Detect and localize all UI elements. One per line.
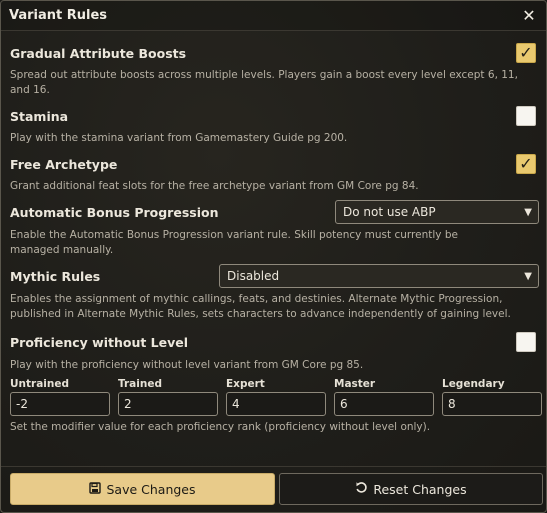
rank-untrained: Untrained -2 bbox=[10, 378, 110, 416]
setting-mythic-rules: Mythic Rules Disabled ▼ Enables the assi… bbox=[10, 264, 540, 322]
reset-changes-button[interactable]: Reset Changes bbox=[279, 473, 543, 505]
setting-automatic-bonus-progression: Automatic Bonus Progression Do not use A… bbox=[10, 200, 540, 258]
untrained-input[interactable]: -2 bbox=[10, 392, 110, 416]
checkmark-icon: ✓ bbox=[519, 43, 533, 62]
mythic-rules-select-value: Disabled bbox=[227, 269, 280, 283]
legendary-input[interactable]: 8 bbox=[442, 392, 542, 416]
setting-label: Proficiency without Level bbox=[10, 334, 189, 350]
rank-label: Legendary bbox=[442, 378, 505, 390]
master-input[interactable]: 6 bbox=[334, 392, 434, 416]
free-archetype-checkbox[interactable]: ✓ bbox=[516, 154, 536, 174]
dialog-buttons: Save Changes Reset Changes bbox=[10, 473, 543, 505]
rank-legendary: Legendary 8 bbox=[442, 378, 542, 416]
footer-divider bbox=[1, 466, 546, 467]
gradual-attribute-boosts-checkbox[interactable]: ✓ bbox=[516, 43, 536, 63]
titlebar: Variant Rules ✕ bbox=[1, 1, 546, 31]
rank-trained: Trained 2 bbox=[118, 378, 218, 416]
rank-expert: Expert 4 bbox=[226, 378, 326, 416]
setting-label: Stamina bbox=[10, 108, 69, 124]
abp-select-value: Do not use ABP bbox=[343, 205, 436, 219]
setting-free-archetype: Free Archetype ✓ Grant additional feat s… bbox=[10, 154, 540, 194]
setting-stamina: Stamina Play with the stamina variant fr… bbox=[10, 106, 540, 146]
rank-label: Expert bbox=[226, 378, 265, 390]
setting-hint: Spread out attribute boosts across multi… bbox=[10, 69, 518, 96]
setting-hint: Enables the assignment of mythic calling… bbox=[10, 293, 511, 320]
setting-hint: Play with the stamina variant from Gamem… bbox=[10, 132, 348, 144]
settings-list: Gradual Attribute Boosts ✓ Spread out at… bbox=[1, 43, 546, 435]
setting-hint: Enable the Automatic Bonus Progression v… bbox=[10, 229, 458, 256]
close-icon[interactable]: ✕ bbox=[520, 6, 538, 25]
chevron-down-icon: ▼ bbox=[524, 270, 532, 282]
dialog-title: Variant Rules bbox=[9, 8, 108, 23]
save-changes-button[interactable]: Save Changes bbox=[10, 473, 275, 505]
rank-label: Master bbox=[334, 378, 376, 390]
rank-label: Untrained bbox=[10, 378, 69, 390]
setting-gradual-attribute-boosts: Gradual Attribute Boosts ✓ Spread out at… bbox=[10, 43, 540, 98]
rank-label: Trained bbox=[118, 378, 162, 390]
proficiency-rank-fields: Untrained -2 Trained 2 Expert 4 Master 6… bbox=[10, 378, 542, 416]
setting-hint: Grant additional feat slots for the free… bbox=[10, 180, 419, 192]
save-icon bbox=[89, 481, 102, 497]
setting-label: Automatic Bonus Progression bbox=[10, 204, 219, 220]
stamina-checkbox[interactable] bbox=[516, 106, 536, 126]
checkmark-icon: ✓ bbox=[519, 154, 533, 173]
setting-proficiency-without-level: Proficiency without Level Play with the … bbox=[10, 332, 540, 373]
undo-icon bbox=[355, 481, 368, 497]
abp-select[interactable]: Do not use ABP ▼ bbox=[335, 200, 539, 224]
variant-rules-dialog: Variant Rules ✕ Gradual Attribute Boosts… bbox=[0, 0, 547, 513]
setting-label: Mythic Rules bbox=[10, 268, 101, 284]
reset-button-label: Reset Changes bbox=[373, 481, 467, 497]
mythic-rules-select[interactable]: Disabled ▼ bbox=[219, 264, 539, 288]
proficiency-without-level-checkbox[interactable] bbox=[516, 332, 536, 352]
setting-hint: Play with the proficiency without level … bbox=[10, 359, 364, 371]
setting-label: Free Archetype bbox=[10, 156, 118, 172]
ranks-hint: Set the modifier value for each proficie… bbox=[10, 421, 431, 433]
trained-input[interactable]: 2 bbox=[118, 392, 218, 416]
rank-master: Master 6 bbox=[334, 378, 434, 416]
chevron-down-icon: ▼ bbox=[524, 206, 532, 218]
save-button-label: Save Changes bbox=[106, 481, 196, 497]
expert-input[interactable]: 4 bbox=[226, 392, 326, 416]
setting-label: Gradual Attribute Boosts bbox=[10, 45, 187, 61]
